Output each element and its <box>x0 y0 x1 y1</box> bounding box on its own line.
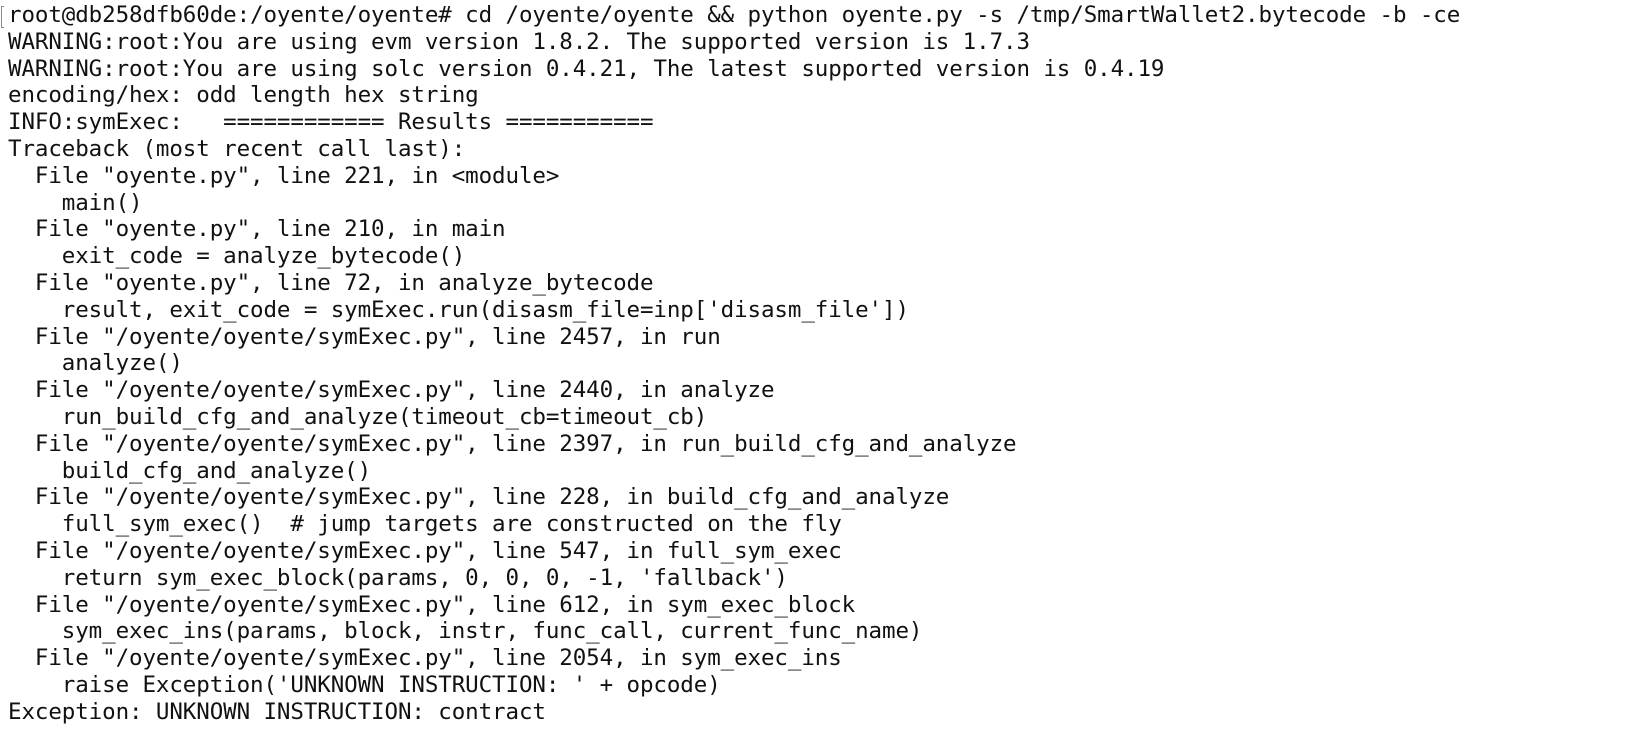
traceback-line: raise Exception('UNKNOWN INSTRUCTION: ' … <box>8 671 721 698</box>
traceback-line: File "oyente.py", line 221, in <module> <box>8 162 560 189</box>
traceback-line: main() <box>8 189 143 216</box>
line-marker <box>1 6 4 28</box>
traceback-line: File "oyente.py", line 210, in main <box>8 216 506 243</box>
traceback-line: analyze() <box>8 350 183 377</box>
traceback-header-line: Traceback (most recent call last): <box>8 135 466 162</box>
info-results-line: INFO:symExec: ============ Results =====… <box>8 109 654 136</box>
traceback-line: exit_code = analyze_bytecode() <box>8 243 466 270</box>
traceback-line: File "oyente.py", line 72, in analyze_by… <box>8 269 654 296</box>
warning-evm-line: WARNING:root:You are using evm version 1… <box>8 28 1030 55</box>
traceback-line: full_sym_exec() # jump targets are const… <box>8 511 842 538</box>
traceback-line: File "/oyente/oyente/symExec.py", line 2… <box>8 323 721 350</box>
traceback-line: File "/oyente/oyente/symExec.py", line 2… <box>8 645 842 672</box>
traceback-line: run_build_cfg_and_analyze(timeout_cb=tim… <box>8 403 708 430</box>
traceback-line: result, exit_code = symExec.run(disasm_f… <box>8 296 909 323</box>
encoding-error-line: encoding/hex: odd length hex string <box>8 82 479 109</box>
traceback-line: File "/oyente/oyente/symExec.py", line 2… <box>8 430 1017 457</box>
exception-line: Exception: UNKNOWN INSTRUCTION: contract <box>8 698 546 725</box>
traceback-line: build_cfg_and_analyze() <box>8 457 372 484</box>
command-prompt-line: root@db258dfb60de:/oyente/oyente# cd /oy… <box>8 2 1461 28</box>
traceback-line: File "/oyente/oyente/symExec.py", line 6… <box>8 591 856 618</box>
traceback-line: File "/oyente/oyente/symExec.py", line 5… <box>8 537 842 564</box>
traceback-line: sym_exec_ins(params, block, instr, func_… <box>8 618 923 645</box>
traceback-line: return sym_exec_block(params, 0, 0, 0, -… <box>8 564 788 591</box>
warning-solc-line: WARNING:root:You are using solc version … <box>8 55 1165 82</box>
terminal-output[interactable]: root@db258dfb60de:/oyente/oyente# cd /oy… <box>0 0 1634 756</box>
traceback-line: File "/oyente/oyente/symExec.py", line 2… <box>8 484 950 511</box>
traceback-line: File "/oyente/oyente/symExec.py", line 2… <box>8 377 775 404</box>
